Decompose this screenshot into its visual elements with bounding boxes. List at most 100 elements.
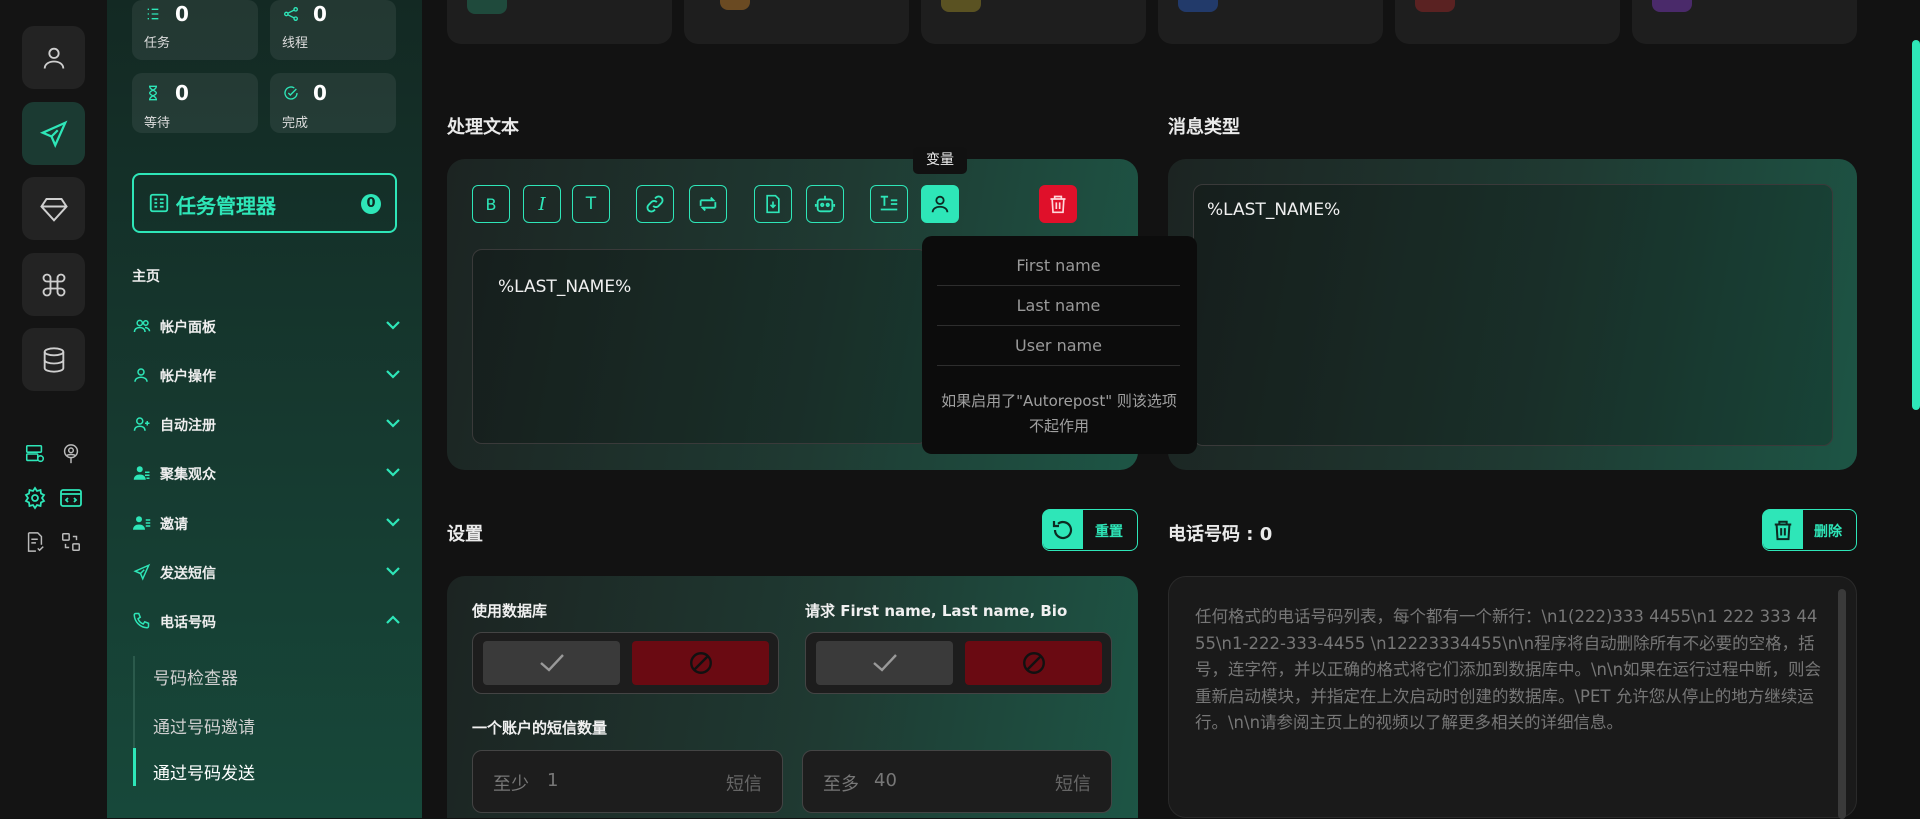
hourglass-icon bbox=[145, 85, 161, 101]
min-value[interactable]: 1 bbox=[547, 770, 558, 791]
users-icon bbox=[132, 317, 152, 335]
check-icon bbox=[538, 652, 566, 674]
profile-button[interactable] bbox=[22, 26, 85, 89]
repost-button[interactable] bbox=[689, 185, 727, 223]
chevron-down-icon bbox=[386, 369, 400, 379]
bold-icon: B bbox=[485, 194, 497, 214]
top-card-icon bbox=[1415, 0, 1455, 12]
use-db-toggle bbox=[472, 632, 779, 694]
max-value[interactable]: 40 bbox=[874, 770, 897, 791]
submenu-invite-by-number[interactable]: 通过号码邀请 bbox=[153, 713, 255, 738]
bold-button[interactable]: B bbox=[472, 185, 510, 223]
process-text-content[interactable]: %LAST_NAME% bbox=[498, 277, 631, 297]
reset-button[interactable]: 重置 bbox=[1042, 509, 1138, 551]
top-card bbox=[921, 0, 1146, 44]
max-sms-field[interactable]: 至多 40 短信 bbox=[802, 750, 1112, 813]
stat-value: 0 bbox=[175, 2, 189, 26]
phones-placeholder: 任何格式的电话号码列表，每个都有一个新行：\n1(222)333 4455\n1… bbox=[1195, 607, 1822, 732]
min-prefix: 至少 bbox=[493, 774, 529, 795]
stat-done: 0 完成 bbox=[270, 73, 396, 133]
sidebar-item-gather-audience[interactable]: 聚集观众 bbox=[132, 458, 400, 488]
message-type-editor[interactable]: %LAST_NAME% bbox=[1193, 184, 1833, 446]
repost-icon bbox=[696, 193, 720, 215]
diamond-nav-button[interactable] bbox=[22, 177, 85, 240]
message-type-content[interactable]: %LAST_NAME% bbox=[1207, 200, 1340, 220]
delete-text-button[interactable] bbox=[1039, 185, 1077, 223]
user-pin-icon[interactable] bbox=[58, 441, 84, 467]
top-card bbox=[684, 0, 909, 44]
reset-icon bbox=[1043, 510, 1083, 549]
italic-button[interactable]: I bbox=[523, 185, 561, 223]
sidebar-item-auto-register[interactable]: 自动注册 bbox=[132, 409, 400, 439]
variable-last-name[interactable]: Last name bbox=[937, 286, 1180, 326]
trash-icon bbox=[1048, 193, 1068, 215]
phones-scrollbar[interactable] bbox=[1838, 589, 1846, 819]
message-type-title: 消息类型 bbox=[1168, 117, 1240, 138]
sidebar-home-label: 主页 bbox=[132, 269, 160, 285]
user-icon bbox=[132, 366, 150, 384]
send-icon bbox=[132, 563, 152, 581]
sidebar-item-send-sms[interactable]: 发送短信 bbox=[132, 557, 400, 587]
top-card bbox=[1158, 0, 1383, 44]
sidebar-item-label: 发送短信 bbox=[160, 566, 216, 582]
phones-textarea[interactable]: 任何格式的电话号码列表，每个都有一个新行：\n1(222)333 4455\n1… bbox=[1168, 576, 1857, 819]
top-card bbox=[1395, 0, 1620, 44]
sidebar-item-account-panel[interactable]: 帐户面板 bbox=[132, 311, 400, 341]
stat-waiting: 0 等待 bbox=[132, 73, 258, 133]
variable-first-name[interactable]: First name bbox=[937, 246, 1180, 286]
min-sms-field[interactable]: 至少 1 短信 bbox=[472, 750, 783, 813]
sidebar-item-account-ops[interactable]: 帐户操作 bbox=[132, 360, 400, 390]
delete-phones-button[interactable]: 删除 bbox=[1762, 509, 1857, 551]
swap-icon[interactable] bbox=[58, 529, 84, 555]
process-text-editor[interactable]: %LAST_NAME% bbox=[472, 249, 928, 444]
user-list-icon bbox=[132, 514, 152, 532]
command-nav-button[interactable] bbox=[22, 253, 85, 316]
task-manager-icon bbox=[148, 192, 170, 214]
code-window-icon[interactable] bbox=[58, 485, 84, 511]
stat-threads: 0 线程 bbox=[270, 0, 396, 60]
sidebar-item-label: 邀请 bbox=[160, 517, 188, 533]
sidebar-item-invite[interactable]: 邀请 bbox=[132, 508, 400, 538]
doc-check-icon[interactable] bbox=[22, 529, 48, 555]
italic-icon: I bbox=[538, 193, 546, 215]
top-card-icon bbox=[467, 0, 507, 14]
trash-icon bbox=[1763, 510, 1803, 549]
request-yes-button[interactable] bbox=[816, 641, 953, 685]
phones-title: 电话号码 : 0 bbox=[1168, 524, 1273, 545]
variables-button[interactable] bbox=[921, 185, 959, 223]
submenu-number-checker[interactable]: 号码检查器 bbox=[153, 664, 238, 689]
send-nav-button[interactable] bbox=[22, 102, 85, 165]
file-button[interactable] bbox=[754, 185, 792, 223]
command-icon bbox=[40, 271, 68, 299]
task-manager-count: 0 bbox=[361, 194, 381, 214]
link-button[interactable] bbox=[636, 185, 674, 223]
top-card bbox=[1632, 0, 1857, 44]
request-no-button[interactable] bbox=[965, 641, 1102, 685]
stat-label: 线程 bbox=[282, 36, 309, 51]
bot-button[interactable] bbox=[806, 185, 844, 223]
top-card-icon bbox=[1652, 0, 1692, 12]
variable-user-name[interactable]: User name bbox=[937, 326, 1180, 366]
stat-value: 0 bbox=[313, 2, 327, 26]
icon-rail bbox=[0, 0, 107, 818]
database-nav-button[interactable] bbox=[22, 328, 85, 391]
chevron-down-icon bbox=[386, 566, 400, 576]
link-icon bbox=[644, 193, 666, 215]
user-icon bbox=[40, 44, 68, 72]
use-db-yes-button[interactable] bbox=[483, 641, 620, 685]
submenu-send-by-number[interactable]: 通过号码发送 bbox=[153, 759, 255, 784]
stat-value: 0 bbox=[175, 81, 189, 105]
phone-icon bbox=[132, 612, 150, 630]
max-suffix: 短信 bbox=[1055, 774, 1091, 795]
server-check-icon[interactable] bbox=[22, 441, 48, 467]
threads-icon bbox=[283, 6, 299, 22]
use-db-no-button[interactable] bbox=[632, 641, 769, 685]
user-icon bbox=[929, 193, 951, 215]
sidebar-item-phone-numbers[interactable]: 电话号码 bbox=[132, 606, 400, 636]
text-button[interactable]: T bbox=[572, 185, 610, 223]
settings-icon[interactable] bbox=[22, 485, 48, 511]
page-scrollbar[interactable] bbox=[1912, 40, 1920, 410]
text-format-button[interactable] bbox=[870, 185, 908, 223]
check-circle-icon bbox=[283, 85, 299, 101]
task-manager-button[interactable]: 任务管理器 0 bbox=[132, 173, 397, 233]
